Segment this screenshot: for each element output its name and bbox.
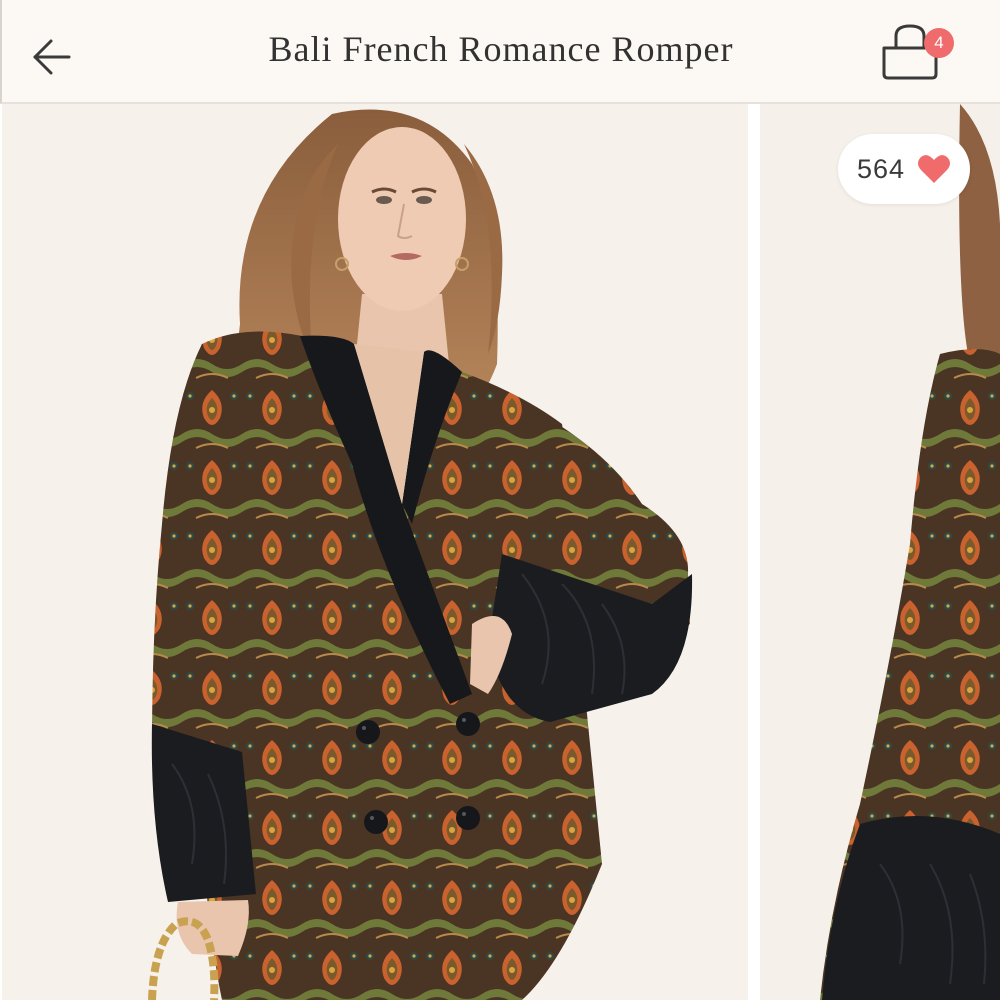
product-image-next[interactable] [760, 104, 1000, 1000]
product-image-carousel[interactable] [0, 104, 1000, 1000]
product-screen: Bali French Romance Romper 4 564 [0, 0, 1000, 1000]
heart-icon [918, 155, 951, 183]
like-button[interactable]: 564 [838, 134, 970, 204]
top-app-bar: Bali French Romance Romper 4 [0, 0, 1000, 104]
product-photo-main [2, 104, 748, 1000]
product-image-main[interactable] [2, 104, 748, 1000]
page-title: Bali French Romance Romper [268, 29, 734, 69]
like-count: 564 [856, 153, 906, 184]
cart-count-badge: 4 [924, 28, 954, 58]
product-photo-next [760, 104, 1000, 1000]
